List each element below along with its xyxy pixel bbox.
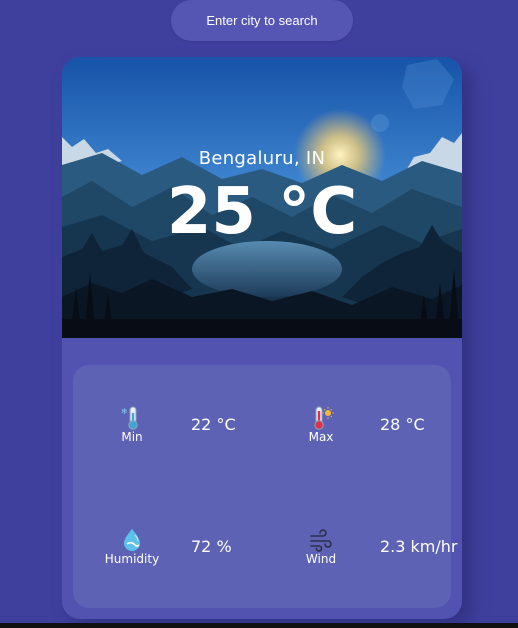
wind-value: 2.3 km/hr (380, 537, 458, 556)
stat-humidity: Humidity 72 % (97, 527, 267, 567)
max-value: 28 °C (380, 415, 425, 434)
stat-max: Max 28 °C (286, 405, 456, 445)
humidity-value: 72 % (191, 537, 232, 556)
bottom-edge (0, 623, 518, 628)
weather-details-panel: ❄ Min 22 °C Max 28 °C Humidity 72 % Wind… (73, 365, 458, 608)
wind-label: Wind (305, 552, 337, 566)
humidity-label: Humidity (104, 552, 160, 566)
min-label: Min (121, 430, 143, 444)
svg-text:❄: ❄ (121, 407, 128, 416)
water-drop-icon (124, 529, 140, 551)
min-value: 22 °C (191, 415, 236, 434)
weather-hero-image: Bengaluru, IN 25 °C (62, 57, 462, 338)
location-label: Bengaluru, IN (198, 148, 326, 169)
thermometer-hot-icon (314, 406, 334, 430)
wind-icon (310, 529, 332, 552)
max-label: Max (308, 430, 334, 444)
stat-wind: Wind 2.3 km/hr (286, 527, 458, 567)
thermometer-cold-icon: ❄ (121, 406, 138, 430)
weather-card: Bengaluru, IN 25 °C ❄ Min 22 °C Max 28 °… (62, 57, 462, 619)
current-temperature: 25 °C (166, 175, 358, 249)
stat-min: ❄ Min 22 °C (97, 405, 267, 445)
search-input[interactable]: Enter city to search (171, 0, 353, 41)
